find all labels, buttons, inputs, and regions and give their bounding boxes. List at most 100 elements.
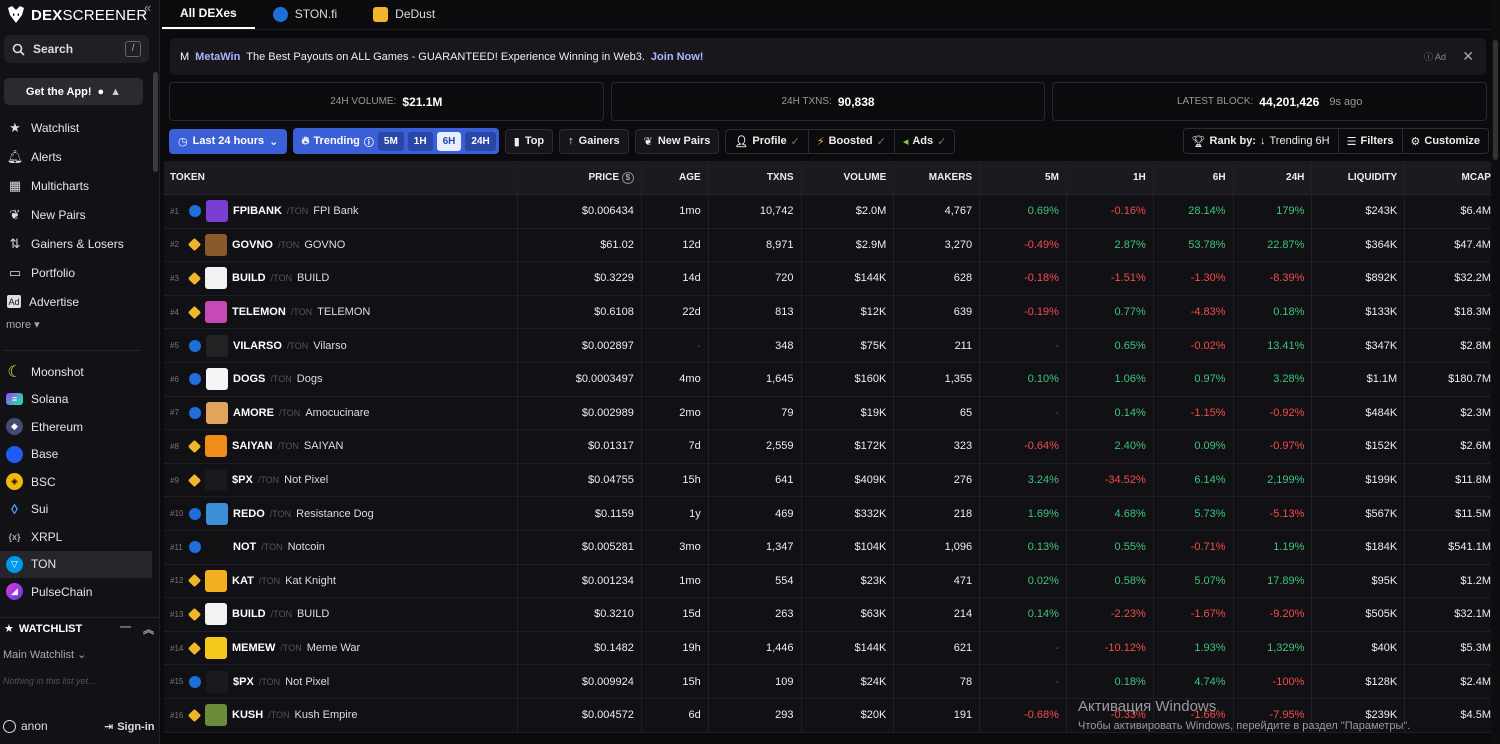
table-row[interactable]: #2 GOVNO/TON GOVNO $61.02 12d 8,971 $2.9M 3,270… [164, 228, 1498, 263]
customize-button[interactable]: ⚙ Customize [1403, 129, 1489, 153]
cell-volume: $20K [802, 698, 895, 732]
new-pairs-button[interactable]: ❦ New Pairs [634, 128, 720, 154]
search-button[interactable]: Search / [4, 35, 149, 63]
minimize-icon[interactable]: — [120, 621, 131, 637]
tab-all-dexes[interactable]: All DEXes [162, 0, 255, 29]
table-row[interactable]: #13 BUILD/TON BUILD $0.3210 15d 263 $63K 214 0.1… [164, 598, 1498, 632]
cell-txns: 79 [709, 396, 802, 430]
tab-dedust[interactable]: DeDust [355, 0, 453, 29]
timeframe-1h[interactable]: 1H [407, 131, 433, 151]
cell-price: $0.04755 [518, 463, 642, 497]
col-1h[interactable]: 1H [1067, 161, 1154, 194]
token-logo [206, 502, 228, 525]
table-row[interactable]: #5 VILARSO/TON Vilarso $0.002897-348 $75K 211… [164, 329, 1498, 363]
table-row[interactable]: #4 TELEMON/TON TELEMON $0.6108 22d 813 $12K 639… [164, 295, 1498, 330]
timeframe-5m[interactable]: 5M [377, 131, 404, 151]
user-account[interactable]: anon [3, 719, 48, 733]
sidebar-item-portfolio[interactable]: ▭ Portfolio [0, 258, 152, 287]
chain-item-bsc[interactable]: ◈ BSC [0, 468, 152, 496]
top-button[interactable]: ▮ Top [504, 128, 554, 154]
timeframe-24h[interactable]: 24H [465, 131, 496, 151]
table-row[interactable]: #12 KAT/TON Kat Knight $0.001234 1mo 554 $23K 4… [164, 564, 1498, 599]
profile-filter[interactable]: 👤︎ Profile ✓ [726, 129, 809, 153]
filters-button[interactable]: ☰ Filters [1339, 129, 1403, 153]
trending-filter[interactable]: 🔥︎ Trending ⓘ 5M 1H 6H 24H [293, 128, 499, 154]
watchlist-select[interactable]: Main Watchlist ⌄ [3, 648, 86, 661]
col-token[interactable]: TOKEN [164, 161, 519, 194]
chain-item-pulsechain[interactable]: ◢ PulseChain [0, 578, 152, 606]
col-24h[interactable]: 24H [1234, 161, 1313, 194]
cell-price: $0.1159 [518, 497, 642, 530]
watchlist-empty-text: Nothing in this list yet... [3, 676, 96, 686]
right-controls: 🏆︎ Rank by: ↓ Trending 6H ☰ Filters ⚙ Customi… [1182, 128, 1489, 154]
ads-filter[interactable]: ◂ Ads ✓ [895, 130, 955, 153]
cell-p24: -5.13% [1234, 497, 1313, 530]
time-range-dropdown[interactable]: ◷ Last 24 hours ⌄ [169, 128, 288, 154]
more-toggle[interactable]: more ▾ [0, 318, 152, 331]
checkmark-icon: ✓ [876, 135, 886, 148]
quote-symbol: /TON [258, 676, 281, 687]
col-age[interactable]: AGE [642, 161, 709, 194]
close-icon[interactable]: ✕ [1462, 48, 1474, 65]
col-volume[interactable]: VOLUME [802, 161, 895, 194]
chain-item-ton[interactable]: ▽ TON [0, 550, 152, 578]
collapse-sidebar-icon[interactable]: « [144, 0, 151, 15]
page-scrollbar[interactable] [1491, 0, 1500, 744]
sidebar-scrollbar[interactable] [153, 72, 158, 172]
get-app-button[interactable]: Get the App! ● ▲ [4, 78, 143, 105]
sidebar-item-alerts[interactable]: 🔔︎ Alerts [0, 142, 152, 171]
sidebar-item-watchlist[interactable]: ★ Watchlist [0, 113, 152, 142]
quote-symbol: /TON [269, 508, 292, 519]
cell-price: $0.009924 [518, 665, 642, 698]
table-row[interactable]: #11 NOT/TON Notcoin $0.005281 3mo 1,347 $104K 1… [164, 530, 1498, 565]
ad-banner[interactable]: M MetaWin The Best Payouts on ALL Games … [170, 38, 1486, 75]
cell-age: 6d [642, 698, 709, 732]
table-row[interactable]: #8 SAIYAN/TON SAIYAN $0.01317 7d 2,559 $172K 32… [164, 430, 1498, 464]
sidebar-item-gainers-losers[interactable]: ⇅ Gainers & Losers [0, 229, 152, 258]
cell-price: $0.002989 [518, 396, 642, 430]
gainers-button[interactable]: ↑ Gainers [559, 128, 629, 154]
sidebar-item-new-pairs[interactable]: ❦ New Pairs [0, 200, 152, 229]
col-liquidity[interactable]: LIQUIDITY [1312, 161, 1406, 194]
sidebar-item-multicharts[interactable]: ▦ Multicharts [0, 171, 152, 200]
timeframe-6h[interactable]: 6H [436, 131, 462, 151]
boosted-filter[interactable]: ⚡︎ Boosted ✓ [809, 129, 895, 153]
windows-activation-text: Чтобы активировать Windows, перейдите в … [1078, 720, 1411, 732]
collapse-icon[interactable]: ︽ [143, 621, 154, 637]
col-makers[interactable]: MAKERS [894, 161, 981, 194]
col-6h[interactable]: 6H [1154, 161, 1234, 194]
table-row[interactable]: #3 BUILD/TON BUILD $0.3229 14d 720 $144K 628 -0.… [164, 262, 1498, 296]
table-row[interactable]: #15 $PX/TON Not Pixel $0.009924 15h 109 $24K 78… [164, 665, 1498, 699]
col-mcap[interactable]: MCAP [1405, 161, 1498, 194]
cell-txns: 8,971 [709, 228, 802, 262]
chain-item-sui[interactable]: ◊ Sui [0, 496, 152, 524]
chain-item-base[interactable]: Base [0, 441, 152, 469]
sidebar-nav: ★ Watchlist 🔔︎ Alerts ▦ Multicharts ❦ New Pa… [0, 113, 152, 332]
table-row[interactable]: #10 REDO/TON Resistance Dog $0.1159 1y 469 $33… [164, 497, 1498, 531]
ad-cta-link[interactable]: Join Now! [651, 51, 704, 63]
table-row[interactable]: #6 DOGS/TON Dogs $0.0003497 4mo 1,645 $160K 1,3… [164, 362, 1498, 397]
currency-toggle-icon[interactable]: $ [621, 171, 634, 184]
sign-in-button[interactable]: ⇥ Sign-in [104, 720, 155, 734]
cell-age: 1mo [642, 195, 709, 228]
col-txns[interactable]: TXNS [709, 161, 802, 194]
col-5m[interactable]: 5M [980, 161, 1067, 194]
table-row[interactable]: #9 $PX/TON Not Pixel $0.04755 15h 641 $409K 276… [164, 463, 1498, 498]
table-row[interactable]: #14 MEMEW/TON Meme War $0.1482 19h 1,446 $144K… [164, 631, 1498, 666]
table-row[interactable]: #7 AMORE/TON Amocucinare $0.002989 2mo 79 $19K… [164, 396, 1498, 431]
chain-item-moonshot[interactable]: ☾ Moonshot [0, 358, 152, 386]
logo[interactable]: DEXSCREENER [0, 0, 159, 30]
tab-stonfi[interactable]: STON.fi [255, 0, 355, 29]
table-row[interactable]: #1 FPIBANK/TON FPI Bank $0.006434 1mo 10,742 $… [164, 195, 1498, 229]
token-logo [206, 670, 228, 693]
chain-item-solana[interactable]: ≡ Solana [0, 386, 152, 414]
token-symbol: BUILD [232, 272, 266, 285]
col-price[interactable]: PRICE $ [518, 161, 642, 194]
cell-p5: 0.10% [980, 362, 1067, 396]
cell-age: 2mo [642, 396, 709, 430]
sidebar-item-advertise[interactable]: Ad Advertise [0, 287, 152, 316]
chain-item-ethereum[interactable]: ◆ Ethereum [0, 413, 152, 441]
rank-by-dropdown[interactable]: 🏆︎ Rank by: ↓ Trending 6H [1184, 129, 1339, 153]
cell-volume: $172K [802, 430, 895, 463]
chain-item-xrpl[interactable]: {x} XRPL [0, 523, 152, 551]
